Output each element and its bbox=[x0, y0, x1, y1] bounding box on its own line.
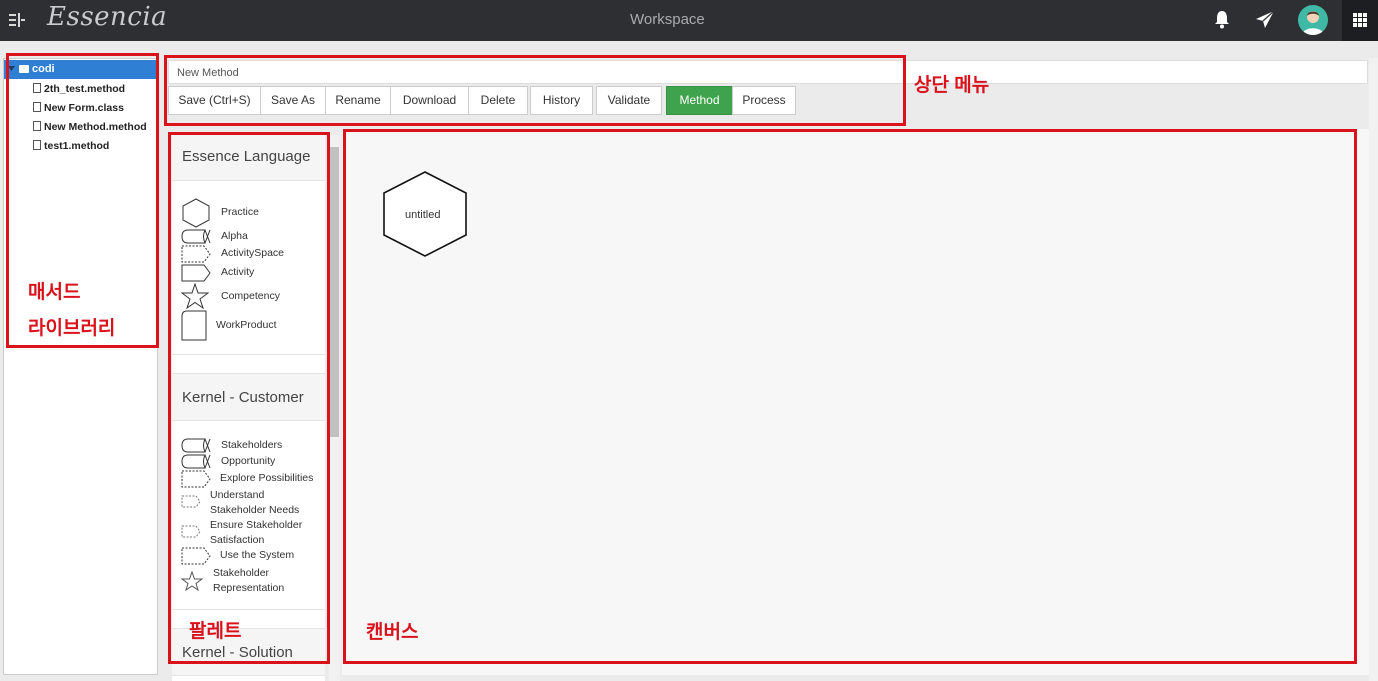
palette-scrollbar[interactable] bbox=[329, 135, 340, 681]
apps-button[interactable] bbox=[1342, 0, 1378, 41]
palette-annotation: 팔레트 bbox=[189, 621, 242, 642]
top-menu-highlight-box bbox=[164, 55, 906, 126]
menu-toggle-icon[interactable] bbox=[8, 12, 26, 28]
bell-icon[interactable] bbox=[1213, 10, 1231, 29]
canvas-highlight-box bbox=[343, 129, 1357, 664]
library-annotation-line1: 매서드 bbox=[28, 282, 81, 303]
top-menu-annotation: 상단 메뉴 bbox=[914, 75, 990, 96]
brand-logo[interactable]: Essencia bbox=[47, 2, 167, 32]
page-scrollbar[interactable] bbox=[1369, 58, 1378, 681]
page-title: Workspace bbox=[630, 11, 705, 28]
palette-highlight-box bbox=[168, 132, 330, 664]
apps-grid-icon bbox=[1353, 13, 1367, 27]
user-avatar[interactable] bbox=[1298, 5, 1328, 35]
palette-scrollbar-thumb[interactable] bbox=[330, 147, 339, 437]
top-bar: Essencia Workspace bbox=[0, 0, 1378, 41]
canvas-annotation: 캔버스 bbox=[366, 622, 419, 643]
library-annotation-line2: 라이브러리 bbox=[28, 318, 116, 339]
send-icon[interactable] bbox=[1255, 10, 1275, 29]
